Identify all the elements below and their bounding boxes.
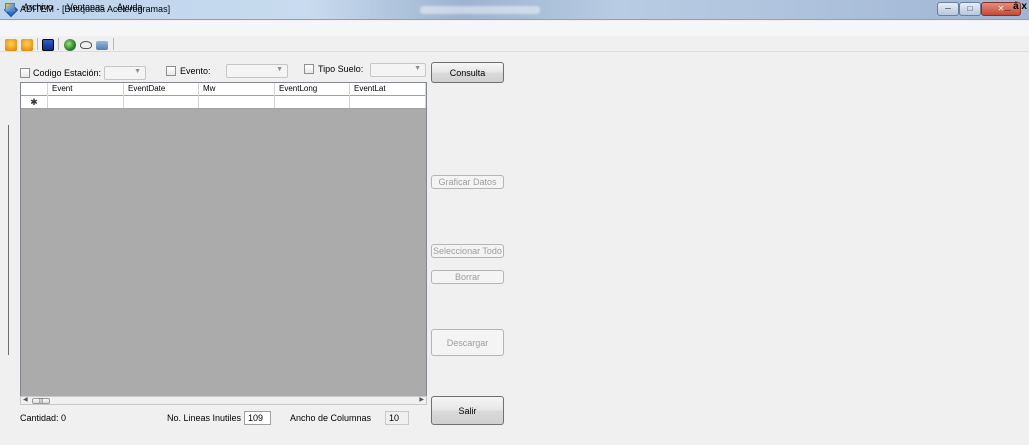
house-icon[interactable]	[5, 39, 17, 51]
scroll-left-icon[interactable]: ◀	[23, 396, 28, 403]
chevron-down-icon: ▼	[134, 68, 141, 75]
chevron-down-icon: ▼	[414, 65, 421, 72]
graficar-datos-button[interactable]: Graficar Datos	[431, 175, 504, 189]
glasses-icon[interactable]	[80, 41, 92, 49]
evento-label: Evento:	[180, 66, 211, 76]
title-bar-glow	[420, 6, 540, 14]
grid-cell[interactable]	[275, 96, 350, 108]
new-row[interactable]: ✱	[21, 96, 426, 109]
results-grid[interactable]: Event EventDate Mw EventLong EventLat ✱	[20, 82, 427, 405]
toolbar-separator	[58, 38, 59, 50]
scroll-thumb[interactable]: |||	[32, 398, 50, 404]
toolbar	[0, 36, 1029, 52]
column-header-event[interactable]: Event	[48, 83, 124, 96]
minimize-button[interactable]: ─	[937, 2, 959, 16]
menu-archivo[interactable]: Archivo	[23, 2, 53, 12]
descargar-button[interactable]: Descargar	[431, 329, 504, 356]
menu-ayuda[interactable]: Ayuda	[117, 2, 142, 12]
grid-cell[interactable]	[199, 96, 275, 108]
horizontal-scrollbar[interactable]: ◀ ||| ▶	[20, 396, 427, 405]
evento-combo[interactable]: ▼	[226, 64, 288, 78]
grid-header: Event EventDate Mw EventLong EventLat	[21, 83, 426, 96]
menu-ventanas[interactable]: Ventanas	[67, 2, 105, 12]
mdi-child-icon[interactable]	[5, 3, 15, 12]
lineas-inutiles-label: No. Lineas Inutiles	[167, 413, 242, 423]
mdi-window-controls[interactable]: _ ȧ x	[1005, 1, 1027, 12]
seleccionar-todo-button[interactable]: Seleccionar Todo	[431, 244, 504, 258]
borrar-button[interactable]: Borrar	[431, 270, 504, 284]
toolbar-separator	[37, 38, 38, 50]
codigo-estacion-checkbox[interactable]	[20, 68, 30, 78]
chevron-down-icon: ▼	[276, 66, 283, 73]
ancho-columnas-label: Ancho de Columnas	[290, 413, 372, 423]
chart-icon[interactable]	[42, 39, 54, 51]
scroll-right-icon[interactable]: ▶	[419, 396, 424, 403]
column-header-eventlong[interactable]: EventLong	[275, 83, 350, 96]
folder-icon[interactable]	[96, 41, 108, 50]
column-header-eventdate[interactable]: EventDate	[124, 83, 199, 96]
cantidad-label: Cantidad: 0	[20, 413, 67, 423]
ancho-columnas-field[interactable]: 10	[385, 411, 409, 425]
grid-cell[interactable]	[124, 96, 199, 108]
menu-bar	[0, 21, 1029, 36]
grid-cell[interactable]	[350, 96, 426, 108]
new-row-marker: ✱	[21, 96, 48, 108]
column-header-eventlat[interactable]: EventLat	[350, 83, 426, 96]
column-header-mw[interactable]: Mw	[199, 83, 275, 96]
house-up-icon[interactable]	[21, 39, 33, 51]
codigo-estacion-label: Codigo Estación:	[33, 68, 102, 78]
tipo-suelo-combo[interactable]: ▼	[370, 63, 426, 77]
tipo-suelo-checkbox[interactable]	[304, 64, 314, 74]
maximize-button[interactable]: □	[959, 2, 981, 16]
consulta-button[interactable]: Consulta	[431, 62, 504, 83]
toolbar-separator	[113, 38, 114, 50]
globe-icon[interactable]	[64, 39, 76, 51]
grid-corner	[21, 83, 48, 96]
lineas-inutiles-field[interactable]: 109	[244, 411, 271, 425]
evento-checkbox[interactable]	[166, 66, 176, 76]
salir-button[interactable]: Salir	[431, 396, 504, 425]
tipo-suelo-label: Tipo Suelo:	[318, 64, 364, 74]
codigo-estacion-combo[interactable]: ▼	[104, 66, 146, 80]
grid-cell[interactable]	[48, 96, 124, 108]
splitter-line	[8, 125, 9, 355]
